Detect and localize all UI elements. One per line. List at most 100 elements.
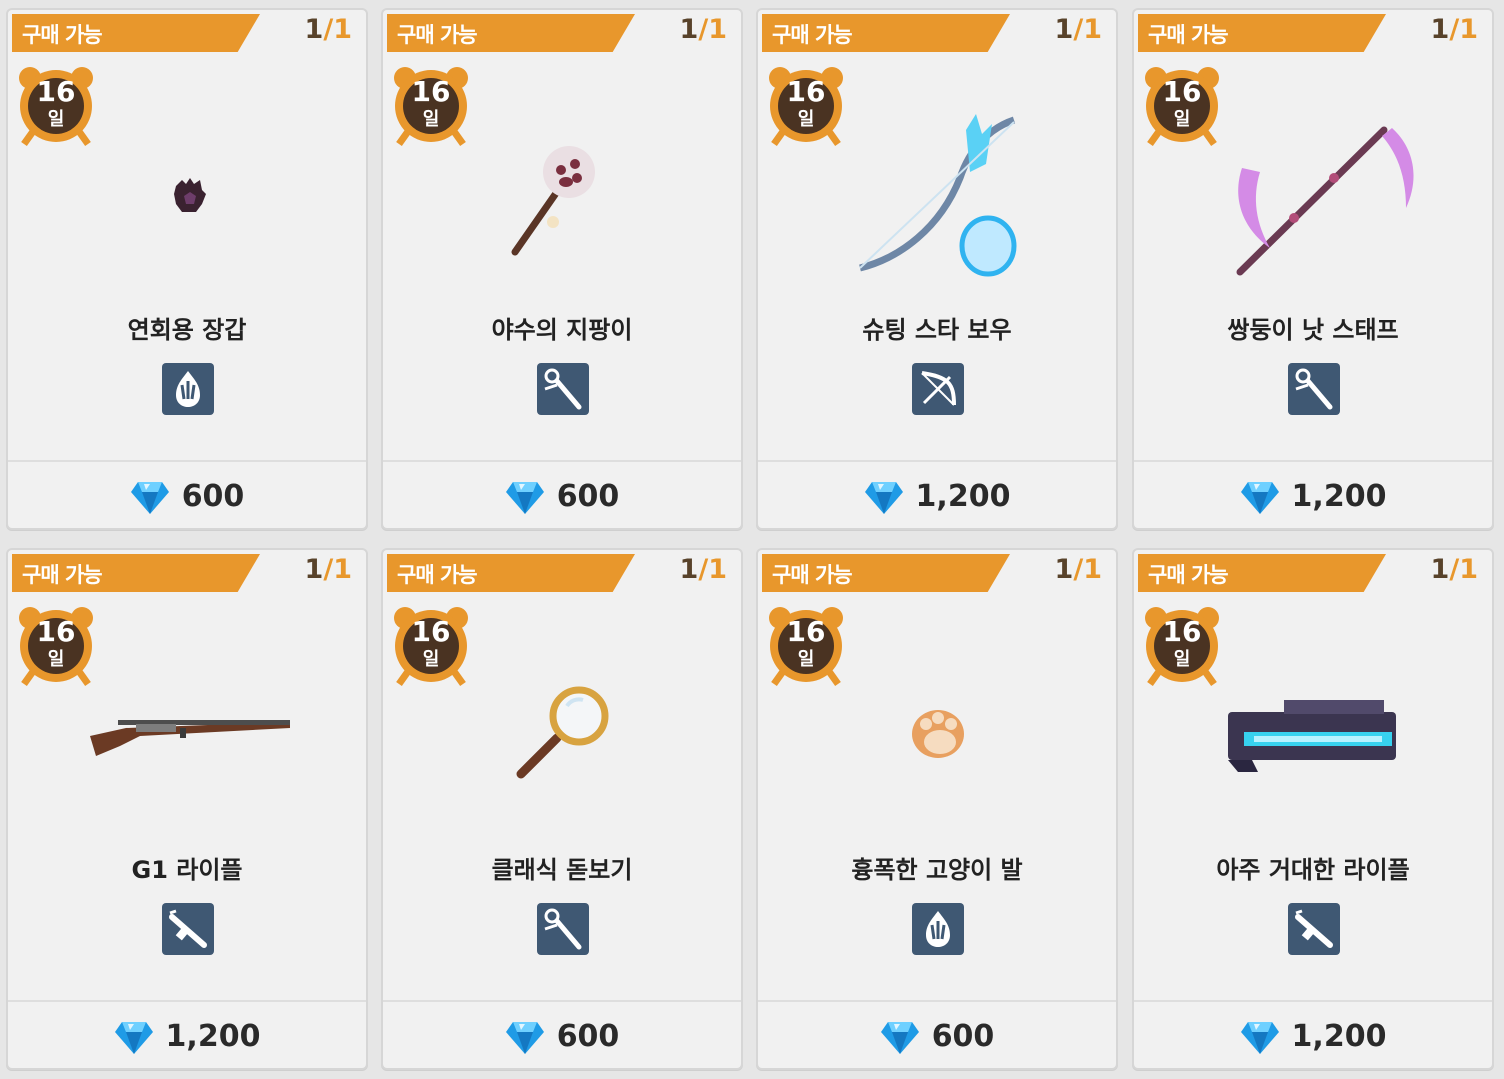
availability-label: 구매 가능 (397, 23, 478, 47)
stock-max: 1 (708, 14, 727, 45)
staff-icon (1288, 363, 1340, 415)
price-value: 600 (556, 478, 620, 514)
price-value: 1,200 (915, 478, 1011, 514)
card-divider (1134, 1000, 1492, 1002)
price-button[interactable]: 1,200 (8, 1008, 366, 1064)
price-button[interactable]: 1,200 (1134, 1008, 1492, 1064)
availability-label: 구매 가능 (772, 563, 853, 587)
availability-label: 구매 가능 (1148, 23, 1229, 47)
shop-item-card[interactable]: 구매 가능 1/1 16 일 G1 라이플 1,200 (6, 548, 368, 1070)
shop-item-card[interactable]: 구매 가능 1/1 16 일 연회용 장갑 600 (6, 8, 368, 530)
stock-max: 1 (1459, 554, 1478, 585)
stock-remaining: 1 (1054, 14, 1074, 45)
availability-label: 구매 가능 (22, 563, 103, 587)
price-value: 1,200 (165, 1018, 261, 1054)
cat-paw-item-image (758, 640, 1116, 850)
availability-tag: 구매 가능 (12, 14, 260, 52)
stock-max: 1 (1459, 14, 1478, 45)
card-divider (758, 1000, 1116, 1002)
price-button[interactable]: 600 (758, 1008, 1116, 1064)
price-button[interactable]: 600 (383, 1008, 741, 1064)
rifle-icon (162, 903, 214, 955)
stock-counter: 1/1 (679, 554, 727, 585)
price-value: 600 (556, 1018, 620, 1054)
blue-gem-icon (505, 1022, 544, 1054)
price-value: 1,200 (1291, 1018, 1387, 1054)
stock-counter: 1/1 (304, 14, 352, 45)
item-name: 흉폭한 고양이 발 (851, 856, 1023, 884)
shop-item-card[interactable]: 구매 가능 1/1 16 일 아주 거대한 라이플 1,200 (1132, 548, 1494, 1070)
glove-item-image (8, 100, 366, 310)
rifle-item-image (8, 640, 366, 850)
stock-remaining: 1 (1430, 14, 1450, 45)
shop-item-card[interactable]: 구매 가능 1/1 16 일 야수의 지팡이 600 (381, 8, 743, 530)
item-name: 아주 거대한 라이플 (1216, 856, 1410, 884)
shop-item-card[interactable]: 구매 가능 1/1 16 일 흉폭한 고양이 발 600 (756, 548, 1118, 1070)
price-button[interactable]: 600 (8, 468, 366, 524)
availability-tag: 구매 가능 (762, 14, 1010, 52)
price-value: 600 (931, 1018, 995, 1054)
availability-label: 구매 가능 (772, 23, 853, 47)
availability-tag: 구매 가능 (1138, 554, 1386, 592)
item-name: 쌍둥이 낫 스태프 (1227, 316, 1399, 344)
availability-tag: 구매 가능 (1138, 14, 1386, 52)
availability-label: 구매 가능 (397, 563, 478, 587)
card-divider (383, 1000, 741, 1002)
blue-gem-icon (130, 482, 169, 514)
bow-item-image (758, 100, 1116, 310)
item-name: 연회용 장갑 (127, 316, 247, 344)
stock-remaining: 1 (679, 554, 699, 585)
paw-staff-item-image (383, 100, 741, 310)
blue-gem-icon (864, 482, 903, 514)
shop-item-card[interactable]: 구매 가능 1/1 16 일 클래식 돋보기 600 (381, 548, 743, 1070)
card-divider (1134, 460, 1492, 462)
stock-counter: 1/1 (1054, 554, 1102, 585)
price-value: 1,200 (1291, 478, 1387, 514)
stock-remaining: 1 (304, 554, 324, 585)
staff-icon (537, 903, 589, 955)
price-button[interactable]: 1,200 (1134, 468, 1492, 524)
stock-counter: 1/1 (304, 554, 352, 585)
shop-item-card[interactable]: 구매 가능 1/1 16 일 쌍둥이 낫 스태프 1,200 (1132, 8, 1494, 530)
availability-tag: 구매 가능 (387, 14, 635, 52)
availability-label: 구매 가능 (22, 23, 103, 47)
price-value: 600 (181, 478, 245, 514)
card-divider (8, 460, 366, 462)
blue-gem-icon (505, 482, 544, 514)
shop-item-card[interactable]: 구매 가능 1/1 16 일 슈팅 스타 보우 1,200 (756, 8, 1118, 530)
item-name: 슈팅 스타 보우 (862, 316, 1012, 344)
stock-counter: 1/1 (1430, 14, 1478, 45)
stock-max: 1 (1083, 14, 1102, 45)
stock-max: 1 (333, 554, 352, 585)
claw-glove-icon (912, 903, 964, 955)
card-divider (383, 460, 741, 462)
stock-counter: 1/1 (1054, 14, 1102, 45)
item-name: 클래식 돋보기 (491, 856, 633, 884)
stock-max: 1 (1083, 554, 1102, 585)
availability-tag: 구매 가능 (387, 554, 635, 592)
shop-grid: 구매 가능 1/1 16 일 연회용 장갑 600 구매 가능 1/1 16 일 (0, 0, 1504, 1079)
item-name: 야수의 지팡이 (491, 316, 633, 344)
big-gun-item-image (1134, 640, 1492, 850)
blue-gem-icon (1240, 482, 1279, 514)
staff-icon (537, 363, 589, 415)
stock-counter: 1/1 (679, 14, 727, 45)
availability-tag: 구매 가능 (762, 554, 1010, 592)
claw-glove-icon (162, 363, 214, 415)
magnifier-item-image (383, 640, 741, 850)
price-button[interactable]: 1,200 (758, 468, 1116, 524)
stock-max: 1 (708, 554, 727, 585)
stock-remaining: 1 (304, 14, 324, 45)
card-divider (8, 1000, 366, 1002)
item-name: G1 라이플 (131, 856, 243, 884)
bow-icon (912, 363, 964, 415)
blue-gem-icon (114, 1022, 153, 1054)
stock-remaining: 1 (679, 14, 699, 45)
availability-tag: 구매 가능 (12, 554, 260, 592)
rifle-icon (1288, 903, 1340, 955)
availability-label: 구매 가능 (1148, 563, 1229, 587)
price-button[interactable]: 600 (383, 468, 741, 524)
stock-counter: 1/1 (1430, 554, 1478, 585)
stock-remaining: 1 (1430, 554, 1450, 585)
stock-remaining: 1 (1054, 554, 1074, 585)
